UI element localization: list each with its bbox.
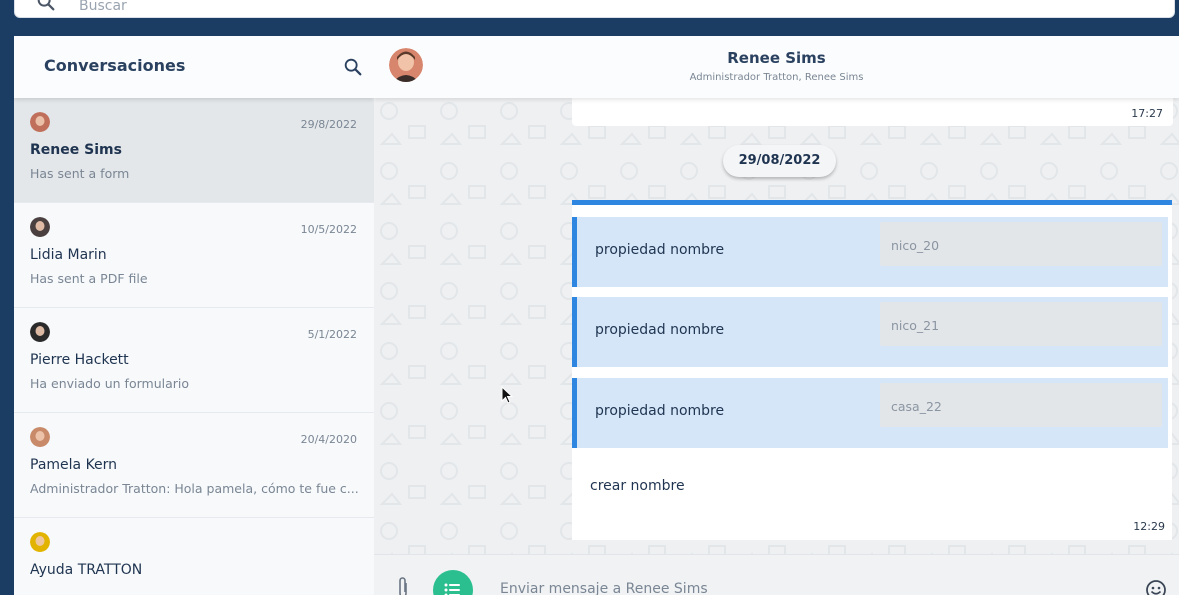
- global-search-input[interactable]: [79, 0, 679, 17]
- conversation-item[interactable]: Ayuda TRATTON: [14, 518, 374, 595]
- form-field-row: propiedad nombre casa_22: [572, 378, 1168, 448]
- message-composer: [374, 554, 1179, 595]
- form-field-value: casa_22: [880, 383, 1162, 427]
- emoji-icon[interactable]: [1145, 579, 1167, 595]
- top-bar: [0, 0, 1179, 36]
- previous-message-bubble: 17:27: [572, 98, 1173, 126]
- conversation-preview: Has sent a PDF file: [30, 271, 148, 286]
- conversation-name: Lidia Marin: [30, 247, 107, 263]
- avatar: [30, 322, 50, 342]
- message-time: 12:29: [1133, 520, 1165, 533]
- paperclip-icon[interactable]: [394, 577, 412, 595]
- chat-contact-name: Renee Sims: [727, 49, 826, 67]
- form-field-label: propiedad nombre: [595, 242, 725, 258]
- conversation-date: 29/8/2022: [300, 118, 357, 131]
- message-input[interactable]: [500, 579, 1100, 595]
- chat-participants: Administrador Tratton, Renee Sims: [689, 72, 864, 83]
- form-field-label: propiedad nombre: [595, 403, 725, 419]
- conversation-name: Pierre Hackett: [30, 352, 129, 368]
- conversation-preview: Has sent a form: [30, 166, 130, 181]
- date-separator: 29/08/2022: [723, 145, 836, 177]
- conversation-item[interactable]: 10/5/2022 Lidia Marin Has sent a PDF file: [14, 203, 374, 308]
- conversations-sidebar: Conversaciones 29/8/2022 Renee Sims Has se…: [14, 36, 374, 595]
- conversation-item[interactable]: 20/4/2020 Pamela Kern Administrador Tratto…: [14, 413, 374, 518]
- global-search-bar[interactable]: [14, 0, 1175, 18]
- form-message-bubble: propiedad nombre nico_20 propiedad nombr…: [572, 200, 1172, 540]
- form-field-value: nico_21: [880, 302, 1162, 346]
- avatar: [30, 427, 50, 447]
- form-field-label: propiedad nombre: [595, 322, 725, 338]
- sidebar-header: Conversaciones: [14, 36, 374, 98]
- conversation-item[interactable]: 5/1/2022 Pierre Hackett Ha enviado un form…: [14, 308, 374, 413]
- mouse-cursor-icon: [501, 386, 514, 404]
- form-footer-text: crear nombre: [590, 478, 685, 494]
- avatar: [30, 112, 50, 132]
- conversation-name: Renee Sims: [30, 142, 122, 158]
- conversation-date: 10/5/2022: [300, 223, 357, 236]
- list-icon: [444, 583, 460, 595]
- conversation-name: Pamela Kern: [30, 457, 118, 473]
- sidebar-title: Conversaciones: [44, 56, 186, 75]
- form-list-button[interactable]: [433, 570, 473, 595]
- chat-header: Renee Sims Administrador Tratton, Renee …: [374, 36, 1179, 98]
- form-field-value: nico_20: [880, 222, 1162, 266]
- form-field-row: propiedad nombre nico_21: [572, 297, 1168, 367]
- conversation-date: 20/4/2020: [300, 433, 357, 446]
- conversation-list: 29/8/2022 Renee Sims Has sent a form 10/5/2…: [14, 98, 374, 595]
- conversation-item[interactable]: 29/8/2022 Renee Sims Has sent a form: [14, 98, 374, 203]
- search-icon[interactable]: [342, 56, 364, 78]
- conversation-date: 5/1/2022: [307, 328, 357, 341]
- chat-panel: Renee Sims Administrador Tratton, Renee …: [374, 36, 1179, 595]
- conversation-name: Ayuda TRATTON: [30, 562, 143, 578]
- avatar: [30, 532, 50, 552]
- avatar: [30, 217, 50, 237]
- message-time: 17:27: [1131, 107, 1163, 120]
- search-icon[interactable]: [35, 0, 57, 13]
- form-field-row: propiedad nombre nico_20: [572, 217, 1168, 287]
- conversation-preview: Administrador Tratton: Hola pamela, cómo…: [30, 481, 359, 496]
- conversation-preview: Ha enviado un formulario: [30, 376, 190, 391]
